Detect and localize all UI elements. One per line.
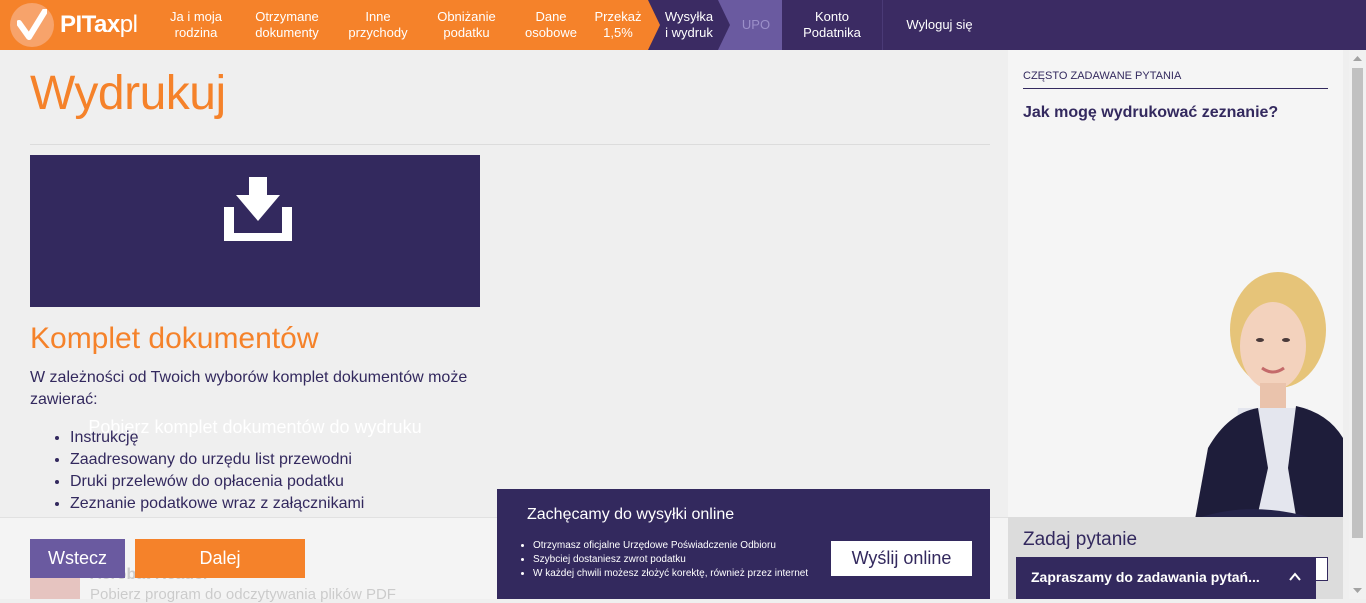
documents-list: Instrukcję Zaadresowany do urzędu list p… [30,427,364,515]
online-send-promo: Zachęcamy do wysyłki online Otrzymasz of… [497,489,990,599]
scroll-down-arrow-icon[interactable] [1349,582,1366,599]
nav-obnizanie-podatku[interactable]: Obniżanie podatku [419,0,514,50]
list-item: Druki przelewów do opłacenia podatku [70,471,364,493]
page-title: Wydrukuj [30,67,226,120]
logo-text: PITaxpl [60,11,138,38]
section-description: W zależności od Twoich wyborów komplet d… [30,369,468,408]
nav-dane-osobowe[interactable]: Dane osobowe [514,0,588,50]
next-button[interactable]: Dalej [135,539,305,578]
chat-label: Zapraszamy do zadawania pytań... [1031,569,1260,585]
section-heading: Komplet dokumentów [30,322,319,355]
nav-inne-przychody[interactable]: Inne przychody [337,0,419,50]
scroll-thumb[interactable] [1352,68,1363,538]
faq-question-link[interactable]: Jak mogę wydrukować zeznanie? [1023,104,1278,122]
download-documents-button[interactable]: Pobierz komplet dokumentów do wydruku [30,155,480,437]
list-item: Zaadresowany do urzędu list przewodni [70,449,364,471]
chevron-up-icon[interactable] [1288,570,1302,584]
faq-heading: CZĘSTO ZADAWANE PYTANIA [1023,70,1328,89]
promo-benefits-list: Otrzymasz oficjalne Urzędowe Poświadczen… [517,539,808,581]
back-button[interactable]: Wstecz [30,539,125,578]
download-icon [224,177,292,241]
list-item: W każdej chwili możesz złożyć korektę, r… [533,567,808,581]
send-online-button[interactable]: Wyślij online [831,541,972,576]
nav-wyloguj[interactable]: Wyloguj się [882,0,996,50]
chat-widget-bar[interactable]: Zapraszamy do zadawania pytań... [1016,557,1316,599]
promo-title: Zachęcamy do wysyłki online [527,506,735,523]
nav-przekaz-1-5[interactable]: Przekaż 1,5% [588,0,648,50]
list-item: Zeznanie podatkowe wraz z załącznikami [70,493,364,515]
nav-ja-i-moja-rodzina[interactable]: Ja i moja rodzina [155,0,237,50]
ask-question-title: Zadaj pytanie [1023,529,1138,550]
divider [30,144,990,145]
scrollbar[interactable] [1349,50,1366,599]
nav-otrzymane-dokumenty[interactable]: Otrzymane dokumenty [237,0,337,50]
list-item: Otrzymasz oficjalne Urzędowe Poświadczen… [533,539,808,553]
nav-konto-podatnika[interactable]: Konto Podatnika [782,0,882,50]
list-item: Instrukcję [70,427,364,449]
nav-arrow-separator [648,0,660,50]
list-item: Szybciej dostaniesz zwrot podatku [533,553,808,567]
nav-arrow-separator [718,0,730,50]
nav-upo: UPO [730,0,782,50]
checkmark-logo-icon [10,3,54,47]
top-navigation: PITaxpl Ja i moja rodzina Otrzymane doku… [0,0,1366,50]
scroll-up-arrow-icon[interactable] [1349,50,1366,67]
logo[interactable]: PITaxpl [0,0,155,50]
faq-sidebar: CZĘSTO ZADAWANE PYTANIA Jak mogę wydruko… [1008,50,1343,599]
nav-wysylka-i-wydruk[interactable]: Wysyłka i wydruk [660,0,718,50]
acrobat-subtitle: Pobierz program do odczytywania plików P… [90,586,396,603]
assistant-photo [1188,272,1343,558]
